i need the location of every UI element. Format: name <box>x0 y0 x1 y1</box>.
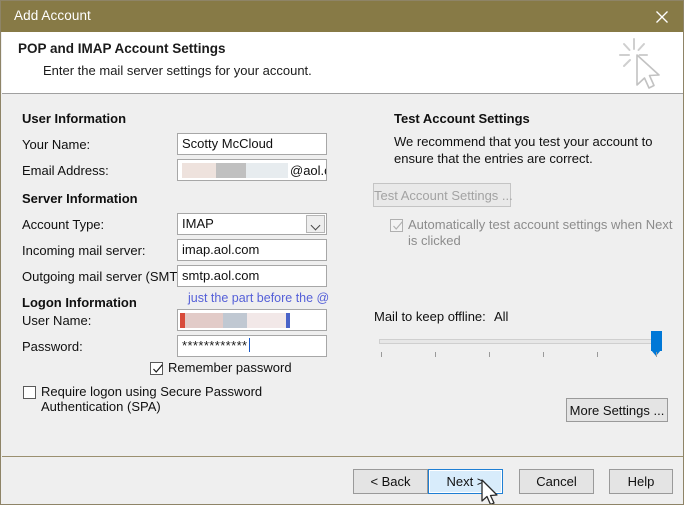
group-label-logon-information: Logon Information <box>22 295 137 310</box>
label-incoming-mail-server: Incoming mail server: <box>22 243 146 258</box>
slider-tick <box>543 352 544 357</box>
account-type-select[interactable]: IMAP <box>177 213 327 235</box>
label-require-spa: Require logon using Secure Password Auth… <box>41 384 263 414</box>
outgoing-mail-server-input[interactable]: smtp.aol.com <box>177 265 327 287</box>
auto-test-checkbox[interactable] <box>390 219 403 232</box>
auto-test-label-line2: is clicked <box>408 233 461 248</box>
label-account-type: Account Type: <box>22 217 105 232</box>
page-subtitle: Enter the mail server settings for your … <box>43 63 312 78</box>
redaction-block <box>246 163 288 178</box>
dialog-header: POP and IMAP Account Settings Enter the … <box>2 32 683 94</box>
mail-offline-slider-track[interactable] <box>379 339 659 344</box>
window-title: Add Account <box>14 8 91 23</box>
require-spa-checkbox[interactable] <box>23 386 36 399</box>
password-value: ************ <box>182 338 248 353</box>
redaction-block <box>247 313 286 328</box>
account-type-value: IMAP <box>182 216 214 231</box>
your-name-input[interactable]: Scotty McCloud <box>177 133 327 155</box>
redaction-block <box>216 163 246 178</box>
close-icon <box>656 11 668 23</box>
label-password: Password: <box>22 339 83 354</box>
group-label-user-information: User Information <box>22 111 127 126</box>
slider-tick <box>489 352 490 357</box>
check-icon <box>153 364 163 373</box>
redaction-block <box>182 163 216 178</box>
test-account-settings-button[interactable]: Test Account Settings ... <box>373 183 513 207</box>
back-button[interactable]: < Back <box>353 469 428 494</box>
email-domain-text: @aol.com <box>290 163 326 178</box>
slider-tick <box>435 352 436 357</box>
add-account-dialog: Add Account POP and IMAP Account Setting… <box>0 0 684 505</box>
slider-tick <box>597 352 598 357</box>
page-title: POP and IMAP Account Settings <box>18 41 226 56</box>
password-input[interactable]: ************ <box>177 335 327 357</box>
cancel-button[interactable]: Cancel <box>519 469 594 494</box>
group-label-test-account-settings: Test Account Settings <box>394 111 530 126</box>
slider-tick <box>381 352 382 357</box>
redaction-block <box>286 313 290 328</box>
test-account-description: We recommend that you test your account … <box>394 134 653 166</box>
dialog-footer: < Back Next > Cancel Help <box>2 456 683 504</box>
close-button[interactable] <box>639 1 683 32</box>
annotation-username-hint: just the part before the @ <box>188 291 330 305</box>
text-caret <box>248 338 250 352</box>
group-label-server-information: Server Information <box>22 191 138 206</box>
label-mail-to-keep-offline: Mail to keep offline: <box>374 309 486 324</box>
redaction-block <box>223 313 247 328</box>
chevron-down-icon[interactable] <box>306 215 325 233</box>
auto-test-label-line1: Automatically test account settings when… <box>408 217 673 232</box>
mouse-pointer-icon <box>481 479 498 504</box>
label-user-name: User Name: <box>22 313 92 328</box>
remember-password-checkbox[interactable] <box>150 362 163 375</box>
slider-tick <box>656 352 657 357</box>
mail-to-keep-offline-value: All <box>494 309 509 324</box>
user-name-input[interactable] <box>177 309 327 331</box>
check-icon <box>393 221 403 230</box>
label-email-address: Email Address: <box>22 163 109 178</box>
mail-offline-slider-thumb[interactable] <box>651 331 662 356</box>
label-remember-password: Remember password <box>168 360 292 375</box>
email-address-input[interactable]: @aol.com <box>177 159 327 181</box>
redaction-block <box>185 313 223 328</box>
incoming-mail-server-input[interactable]: imap.aol.com <box>177 239 327 261</box>
help-button[interactable]: Help <box>609 469 673 494</box>
more-settings-button[interactable]: More Settings ... <box>566 398 668 422</box>
title-bar: Add Account <box>1 1 683 32</box>
label-your-name: Your Name: <box>22 137 91 152</box>
label-outgoing-mail-server: Outgoing mail server (SMTP): <box>22 269 194 284</box>
sparkle-cursor-icon <box>619 38 660 89</box>
dialog-body: User Information Your Name: Scotty McClo… <box>2 95 683 456</box>
